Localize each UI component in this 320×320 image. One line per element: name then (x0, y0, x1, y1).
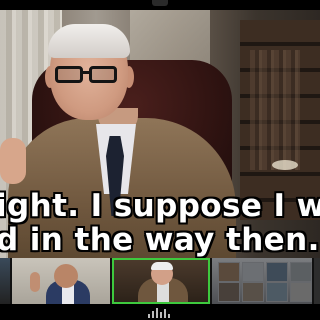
participant-thumbnail-raising-hand[interactable] (12, 258, 110, 304)
room-tile (290, 262, 312, 282)
glasses-lens-left (55, 66, 83, 83)
glasses-lens-right (89, 66, 117, 83)
participant-hair (151, 262, 173, 270)
room-tile (218, 282, 240, 302)
room-tile (242, 262, 264, 282)
participant-thumbnail-active-speaker[interactable] (112, 258, 210, 304)
room-tile (290, 282, 312, 302)
speaker-hand (0, 138, 26, 184)
background-lamp (272, 160, 298, 170)
participant-thumbnail-partial-right[interactable] (314, 258, 320, 304)
caption-line-1: ight. I suppose I w (0, 188, 320, 224)
audio-level-icon[interactable] (148, 308, 172, 318)
room-tile (266, 282, 288, 302)
top-bar (0, 0, 320, 10)
video-call-window: ight. I suppose I w d in the way then. (0, 0, 320, 320)
caption-line-2: d in the way then. (0, 222, 320, 258)
room-tile (266, 262, 288, 282)
bottom-control-bar (0, 304, 320, 320)
raised-hand (30, 272, 40, 292)
participant-thumbnail-partial-left[interactable] (0, 258, 10, 304)
speaker-hair (48, 24, 130, 58)
room-tile (242, 282, 264, 302)
participant-head (54, 264, 78, 288)
glasses-icon (55, 66, 119, 84)
camera-notch-icon (152, 0, 168, 6)
room-tile (218, 262, 240, 282)
participant-thumbnail-strip (0, 258, 320, 304)
participant-thumbnail-gallery-room[interactable] (212, 258, 312, 304)
